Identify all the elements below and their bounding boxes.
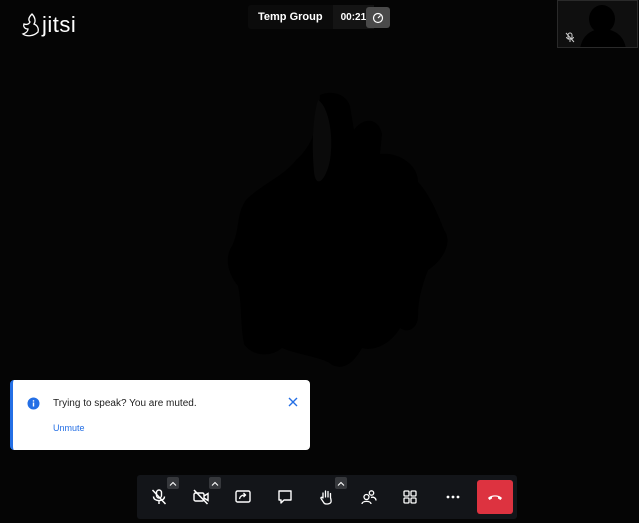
more-icon	[446, 495, 460, 499]
unmute-link[interactable]: Unmute	[53, 423, 85, 433]
microphone-muted-icon	[151, 489, 167, 505]
participant-silhouette	[227, 92, 448, 367]
audio-settings-caret[interactable]	[167, 477, 179, 489]
chevron-up-icon	[211, 481, 219, 486]
close-icon[interactable]	[288, 397, 298, 407]
video-settings-caret[interactable]	[209, 477, 221, 489]
logo-text: jitsi	[42, 12, 77, 37]
chevron-up-icon	[169, 481, 177, 486]
tile-view-icon	[403, 490, 417, 504]
jitsi-logo[interactable]: jitsi	[20, 12, 76, 38]
toolbar	[137, 475, 517, 519]
reactions-caret[interactable]	[335, 477, 347, 489]
hangup-icon	[488, 495, 502, 500]
screenshare-icon	[235, 490, 251, 503]
more-actions-button[interactable]	[437, 481, 469, 513]
notification-title: Trying to speak? You are muted.	[53, 398, 197, 409]
participants-icon	[361, 490, 377, 505]
hangup-button[interactable]	[477, 480, 513, 514]
camera-off-icon	[193, 489, 209, 505]
connection-indicator[interactable]	[366, 7, 390, 28]
gauge-icon	[372, 12, 384, 23]
local-video-thumbnail[interactable]	[557, 0, 638, 48]
jitsi-bird-icon	[21, 13, 39, 37]
chat-icon	[278, 490, 292, 504]
meeting-subject: Temp Group	[258, 11, 323, 23]
mic-muted-icon	[565, 32, 575, 43]
conference-info: Temp Group 00:21	[248, 5, 375, 29]
chevron-up-icon	[337, 481, 345, 486]
muted-notification: Trying to speak? You are muted. Unmute	[10, 380, 310, 450]
participants-button[interactable]	[353, 481, 385, 513]
screenshare-button[interactable]	[227, 481, 259, 513]
chat-button[interactable]	[269, 481, 301, 513]
raise-hand-icon	[320, 490, 332, 505]
tile-view-button[interactable]	[394, 481, 426, 513]
info-icon	[27, 397, 40, 410]
